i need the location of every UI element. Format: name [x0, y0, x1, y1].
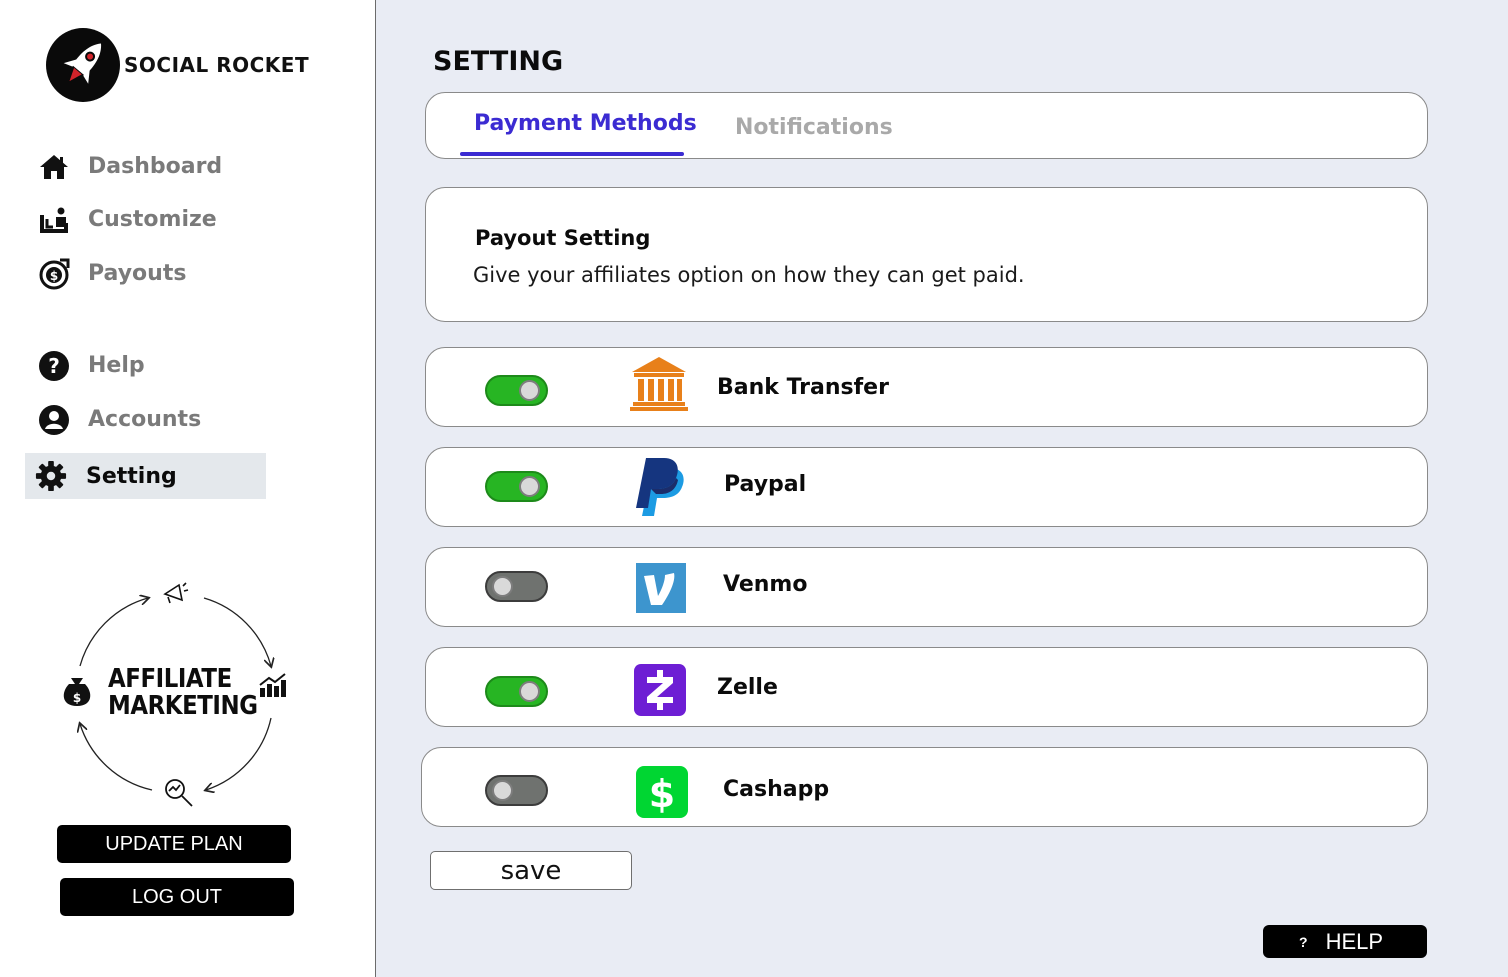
- sidebar-item-help[interactable]: ? Help: [25, 342, 266, 388]
- affiliate-marketing-illustration: $ AFFILIATE MARKETING: [58, 578, 294, 814]
- payment-method-row: Paypal: [425, 447, 1428, 527]
- tab-payment-methods[interactable]: Payment Methods: [474, 111, 697, 136]
- venmo-icon: [636, 563, 686, 613]
- sidebar-item-setting[interactable]: Setting: [25, 453, 266, 499]
- svg-text:$: $: [50, 269, 58, 283]
- sidebar-item-label: Customize: [88, 206, 217, 232]
- toggle-knob: [519, 476, 540, 497]
- help-button-label: HELP: [1325, 928, 1384, 954]
- gear-icon: [35, 460, 67, 492]
- cashapp-toggle[interactable]: [485, 775, 548, 806]
- cashapp-icon: $: [636, 766, 688, 818]
- brand-name: SOCIAL ROCKET: [124, 53, 310, 77]
- help-button[interactable]: ? HELP: [1263, 925, 1427, 958]
- svg-text:?: ?: [48, 354, 60, 378]
- toggle-knob: [519, 681, 540, 702]
- user-circle-icon: [38, 404, 70, 436]
- payment-method-name: Cashapp: [723, 777, 830, 802]
- sidebar-item-label: Accounts: [88, 406, 202, 432]
- payment-method-name: Paypal: [724, 472, 807, 497]
- bank-icon: [629, 356, 688, 414]
- brand-logo[interactable]: SOCIAL ROCKET: [46, 28, 309, 102]
- sidebar: SOCIAL ROCKET Dashboard Customize $ Payo…: [0, 0, 376, 977]
- toggle-knob: [492, 576, 513, 597]
- rocket-icon: [46, 28, 120, 102]
- illustration-line-1: AFFILIATE: [108, 664, 232, 694]
- payment-method-row: $ Cashapp: [421, 747, 1428, 827]
- payment-method-name: Venmo: [723, 572, 808, 597]
- toggle-knob: [519, 380, 540, 401]
- bank-transfer-toggle[interactable]: [485, 375, 548, 406]
- save-button[interactable]: save: [430, 851, 632, 890]
- zelle-toggle[interactable]: [485, 676, 548, 707]
- venmo-toggle[interactable]: [485, 571, 548, 602]
- customize-icon: [38, 204, 70, 236]
- sidebar-item-label: Setting: [86, 463, 177, 489]
- payment-method-row: Venmo: [425, 547, 1428, 627]
- zelle-icon: [634, 664, 686, 716]
- paypal-icon: [634, 456, 688, 518]
- tab-bar: Payment Methods Notifications: [425, 92, 1428, 159]
- tab-notifications[interactable]: Notifications: [735, 115, 893, 140]
- sidebar-item-label: Payouts: [88, 260, 187, 286]
- paypal-toggle[interactable]: [485, 471, 548, 502]
- svg-text:$: $: [73, 691, 81, 705]
- illustration-line-2: MARKETING: [108, 691, 258, 721]
- sidebar-item-payouts[interactable]: $ Payouts: [25, 250, 266, 296]
- payout-setting-description: Give your affiliates option on how they …: [473, 263, 1025, 287]
- sidebar-item-label: Help: [88, 352, 145, 378]
- sidebar-item-customize[interactable]: Customize: [25, 196, 266, 242]
- payout-setting-card: Payout Setting Give your affiliates opti…: [425, 187, 1428, 322]
- sidebar-item-dashboard[interactable]: Dashboard: [25, 143, 266, 189]
- sidebar-item-accounts[interactable]: Accounts: [25, 396, 266, 442]
- svg-text:$: $: [649, 772, 675, 816]
- question-icon: ?: [1299, 933, 1308, 950]
- home-icon: [38, 151, 70, 183]
- payment-method-name: Bank Transfer: [717, 375, 889, 400]
- payout-setting-title: Payout Setting: [475, 226, 651, 250]
- toggle-knob: [492, 780, 513, 801]
- page-title: SETTING: [433, 46, 564, 77]
- update-plan-button[interactable]: UPDATE PLAN: [57, 825, 291, 863]
- payment-method-row: Zelle: [425, 647, 1428, 727]
- question-circle-icon: ?: [38, 350, 70, 382]
- payment-method-row: Bank Transfer: [425, 347, 1428, 427]
- payment-method-name: Zelle: [717, 675, 778, 700]
- active-tab-indicator: [460, 152, 684, 156]
- payout-coin-icon: $: [38, 258, 70, 290]
- logout-button[interactable]: LOG OUT: [60, 878, 294, 916]
- sidebar-item-label: Dashboard: [88, 153, 223, 179]
